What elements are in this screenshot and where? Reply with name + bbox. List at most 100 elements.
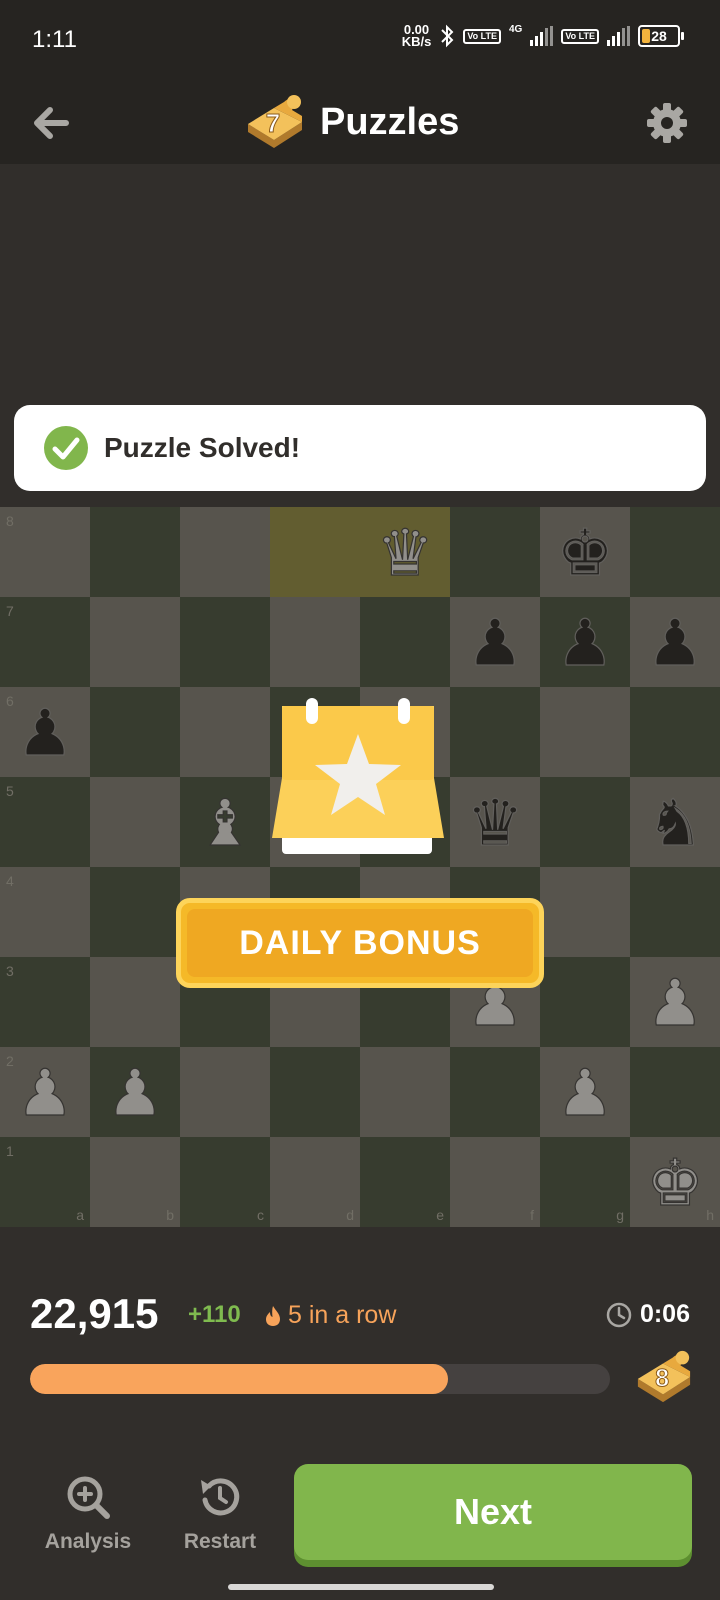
file-label: c <box>257 1207 264 1223</box>
square-h1[interactable]: h ♚ <box>630 1137 720 1227</box>
puzzle-timer: 0:06 <box>606 1300 690 1329</box>
square-e2[interactable] <box>360 1047 450 1137</box>
white-pawn-icon[interactable]: ♟ <box>550 1057 620 1127</box>
square-b2[interactable]: ♟ <box>90 1047 180 1137</box>
black-knight-icon[interactable]: ♞ <box>640 787 710 857</box>
square-h8[interactable] <box>630 507 720 597</box>
daily-bonus-button[interactable]: DAILY BONUS <box>176 898 544 988</box>
square-a8[interactable]: 8 <box>0 507 90 597</box>
square-b1[interactable]: b <box>90 1137 180 1227</box>
square-f1[interactable]: f <box>450 1137 540 1227</box>
square-a2[interactable]: 2 ♟ <box>0 1047 90 1137</box>
black-pawn-icon[interactable]: ♟ <box>10 697 80 767</box>
network-rate-unit: KB/s <box>401 34 432 49</box>
status-time: 1:11 <box>32 26 77 53</box>
white-pawn-icon[interactable]: ♟ <box>10 1057 80 1127</box>
square-b4[interactable] <box>90 867 180 957</box>
status-bar: 1:11 0.00 KB/s Vo LTE 4G Vo LTE 28 <box>0 0 720 80</box>
square-g2[interactable]: ♟ <box>540 1047 630 1137</box>
square-e8[interactable]: ♛ <box>360 507 450 597</box>
signal-icon-1 <box>530 26 554 46</box>
square-a1[interactable]: 1a <box>0 1137 90 1227</box>
restart-button[interactable]: Restart <box>170 1474 270 1554</box>
magnifier-analysis-icon <box>67 1476 110 1519</box>
square-g4[interactable] <box>540 867 630 957</box>
svg-text:♚: ♚ <box>646 1147 703 1217</box>
rank-label: 3 <box>6 963 14 979</box>
svg-text:♟: ♟ <box>646 607 703 677</box>
square-g3[interactable] <box>540 957 630 1047</box>
square-d7[interactable] <box>270 597 360 687</box>
black-pawn-icon[interactable]: ♟ <box>640 607 710 677</box>
square-d2[interactable] <box>270 1047 360 1137</box>
square-b8[interactable] <box>90 507 180 597</box>
square-a7[interactable]: 7 <box>0 597 90 687</box>
square-g7[interactable]: ♟ <box>540 597 630 687</box>
white-king-icon[interactable]: ♚ <box>640 1147 710 1217</box>
square-b5[interactable] <box>90 777 180 867</box>
square-c7[interactable] <box>180 597 270 687</box>
svg-text:♟: ♟ <box>16 697 73 767</box>
battery-icon: 28 <box>638 25 684 47</box>
black-king-icon[interactable]: ♚ <box>550 517 620 587</box>
square-h7[interactable]: ♟ <box>630 597 720 687</box>
next-button[interactable]: Next <box>294 1464 692 1560</box>
flame-icon <box>266 1305 280 1326</box>
square-g8[interactable]: ♚ <box>540 507 630 597</box>
puzzle-rating: 22,915 <box>30 1290 159 1337</box>
black-pawn-icon[interactable]: ♟ <box>460 607 530 677</box>
white-pawn-icon[interactable]: ♟ <box>640 967 710 1037</box>
square-h2[interactable] <box>630 1047 720 1137</box>
square-f8[interactable] <box>450 507 540 597</box>
square-a5[interactable]: 5 <box>0 777 90 867</box>
square-b7[interactable] <box>90 597 180 687</box>
square-f2[interactable] <box>450 1047 540 1137</box>
bluetooth-icon <box>441 24 454 48</box>
square-b3[interactable] <box>90 957 180 1047</box>
square-e1[interactable]: e <box>360 1137 450 1227</box>
square-h5[interactable]: ♞ <box>630 777 720 867</box>
square-c1[interactable]: c <box>180 1137 270 1227</box>
rating-delta: +110 <box>188 1301 241 1328</box>
arrow-left-icon[interactable] <box>28 100 74 146</box>
square-h4[interactable] <box>630 867 720 957</box>
file-label: a <box>76 1207 84 1223</box>
square-d1[interactable]: d <box>270 1137 360 1227</box>
square-e7[interactable] <box>360 597 450 687</box>
svg-text:♟: ♟ <box>16 1057 73 1127</box>
check-circle-icon <box>44 426 88 470</box>
svg-text:♟: ♟ <box>646 967 703 1037</box>
square-h3[interactable]: ♟ <box>630 957 720 1047</box>
page-title-group: 7 Puzzles <box>244 92 459 152</box>
square-g1[interactable]: g <box>540 1137 630 1227</box>
gear-icon[interactable] <box>644 100 690 146</box>
analysis-button[interactable]: Analysis <box>38 1474 138 1554</box>
square-g6[interactable] <box>540 687 630 777</box>
white-queen-icon[interactable]: ♛ <box>370 517 440 587</box>
black-pawn-icon[interactable]: ♟ <box>550 607 620 677</box>
daily-bonus-popup[interactable]: DAILY BONUS <box>176 698 544 988</box>
puzzle-piece-icon: 7 <box>244 92 306 152</box>
home-indicator[interactable] <box>228 1584 494 1590</box>
rating-progress-fill <box>30 1364 448 1394</box>
page-title: Puzzles <box>320 100 460 143</box>
svg-text:♛: ♛ <box>376 517 433 587</box>
signal-icon-2 <box>607 26 630 46</box>
streak-indicator: 5 in a row <box>264 1301 396 1330</box>
square-h6[interactable] <box>630 687 720 777</box>
square-a3[interactable]: 3 <box>0 957 90 1047</box>
square-a6[interactable]: 6 ♟ <box>0 687 90 777</box>
square-c2[interactable] <box>180 1047 270 1137</box>
svg-text:♟: ♟ <box>466 607 523 677</box>
file-label: d <box>346 1207 354 1223</box>
square-g5[interactable] <box>540 777 630 867</box>
white-pawn-icon[interactable]: ♟ <box>100 1057 170 1127</box>
square-c8[interactable] <box>180 507 270 597</box>
file-label: e <box>436 1207 444 1223</box>
square-b6[interactable] <box>90 687 180 777</box>
square-d8[interactable] <box>270 507 360 597</box>
square-f7[interactable]: ♟ <box>450 597 540 687</box>
svg-text:♟: ♟ <box>556 607 613 677</box>
square-a4[interactable]: 4 <box>0 867 90 957</box>
next-puzzle-badge: 8 <box>634 1348 694 1406</box>
